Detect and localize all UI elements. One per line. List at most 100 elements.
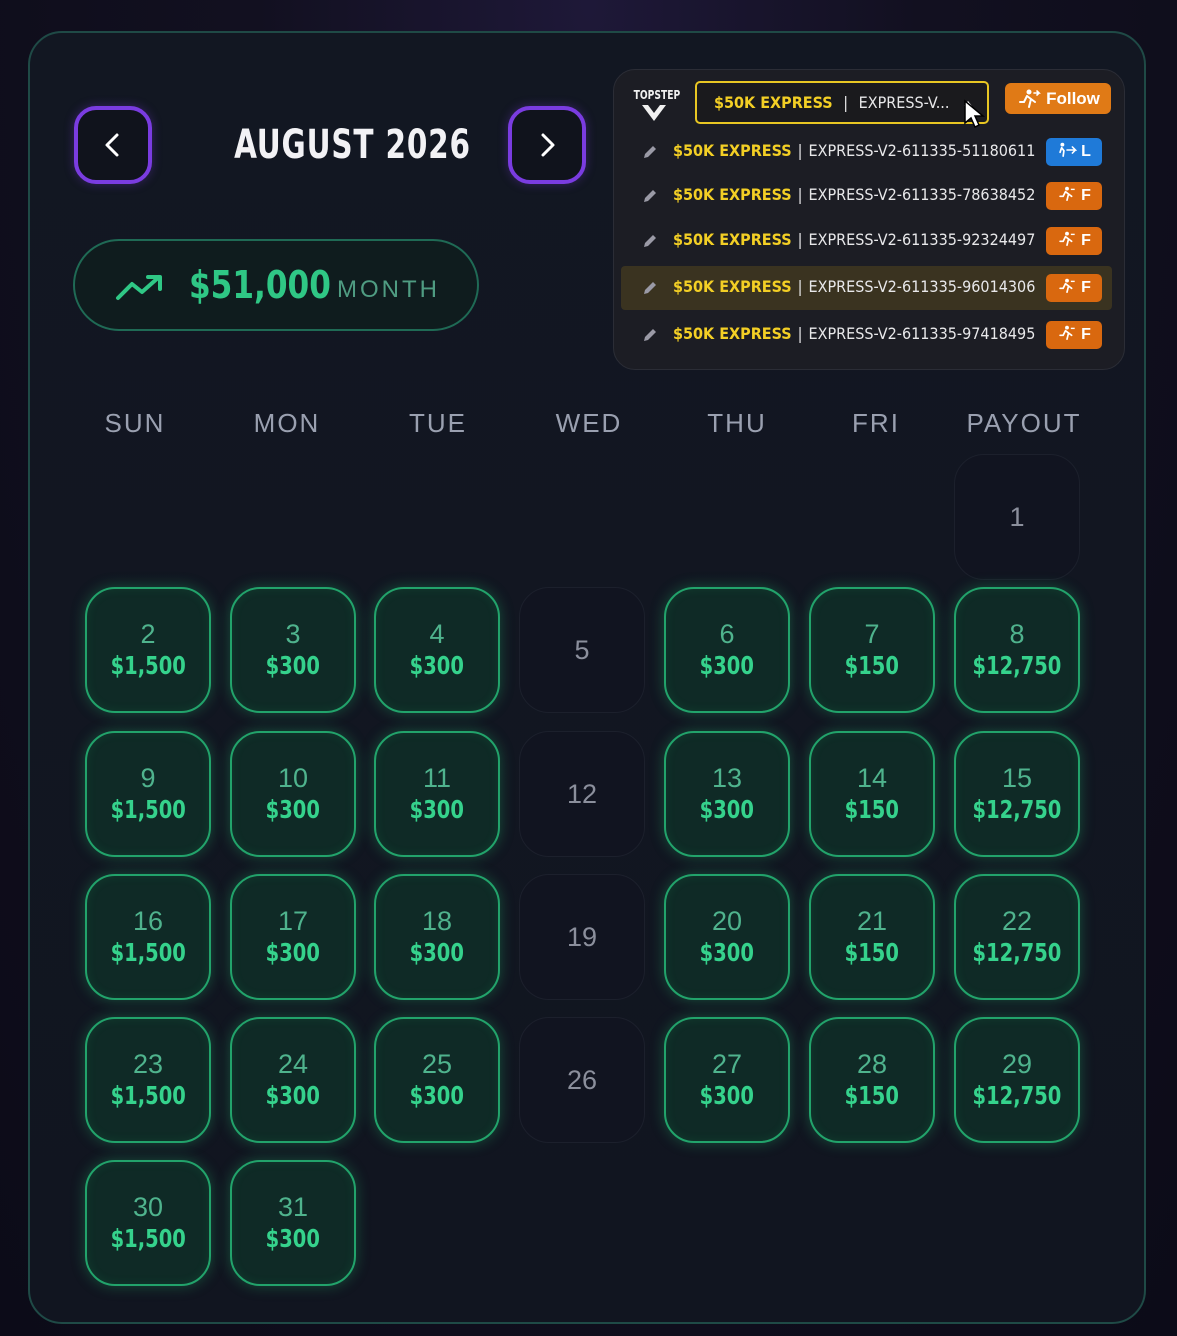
day-number: 31 [277, 1192, 309, 1222]
edit-pencil-icon[interactable] [641, 232, 659, 255]
edit-pencil-icon[interactable] [641, 326, 659, 349]
day-cell-7[interactable]: 7 $150 [809, 587, 935, 713]
day-cell-13[interactable]: 13 $300 [664, 731, 790, 857]
option-separator: | [797, 185, 803, 204]
day-amount: $150 [844, 1081, 900, 1110]
day-number: 25 [421, 1049, 453, 1079]
option-plan: $50K EXPRESS [673, 141, 792, 160]
badge-letter: F [1081, 187, 1091, 204]
day-cell-25[interactable]: 25 $300 [374, 1017, 500, 1143]
day-cell-19[interactable]: 19 [519, 874, 645, 1000]
monthly-total-pill: $51,000 MONTH [73, 239, 479, 331]
option-separator: | [797, 277, 803, 296]
day-amount: $1,500 [110, 938, 186, 967]
month-title: AUGUST 2026 [234, 122, 471, 168]
account-option[interactable]: $50K EXPRESS | EXPRESS-V2-611335-92324497 F [621, 219, 1112, 263]
day-number: 23 [132, 1049, 164, 1079]
edit-pencil-icon[interactable] [641, 143, 659, 166]
day-amount: $300 [699, 938, 755, 967]
weekday-payout: PAYOUT [966, 408, 1082, 438]
day-cell-20[interactable]: 20 $300 [664, 874, 790, 1000]
follower-icon [1057, 325, 1077, 346]
day-cell-11[interactable]: 11 $300 [374, 731, 500, 857]
account-option[interactable]: $50K EXPRESS | EXPRESS-V2-611335-97418495 F [621, 313, 1112, 357]
weekday-tue: TUE [409, 408, 467, 438]
option-separator: | [797, 230, 803, 249]
follower-icon [1057, 186, 1077, 207]
day-number: 24 [277, 1049, 309, 1079]
account-select[interactable]: $50K EXPRESS | EXPRESS-V... [695, 81, 989, 129]
day-number: 28 [856, 1049, 888, 1079]
day-cell-17[interactable]: 17 $300 [230, 874, 356, 1000]
edit-pencil-icon[interactable] [641, 187, 659, 210]
day-cell-1[interactable]: 1 [954, 454, 1080, 580]
day-number: 26 [566, 1065, 598, 1095]
follower-icon [1057, 231, 1077, 252]
topstep-logo: TOPSTEP [630, 88, 680, 128]
day-cell-2[interactable]: 2 $1,500 [85, 587, 211, 713]
edit-pencil-icon[interactable] [641, 279, 659, 302]
day-cell-24[interactable]: 24 $300 [230, 1017, 356, 1143]
day-cell-14[interactable]: 14 $150 [809, 731, 935, 857]
day-cell-28[interactable]: 28 $150 [809, 1017, 935, 1143]
day-number: 11 [422, 763, 452, 793]
day-cell-10[interactable]: 10 $300 [230, 731, 356, 857]
day-amount: $1,500 [110, 1081, 186, 1110]
badge-letter: F [1081, 279, 1091, 296]
option-plan: $50K EXPRESS [673, 277, 792, 296]
day-cell-3[interactable]: 3 $300 [230, 587, 356, 713]
option-separator: | [797, 324, 803, 343]
account-option[interactable]: $50K EXPRESS | EXPRESS-V2-611335-78638452 F [621, 174, 1112, 218]
day-amount: $300 [699, 1081, 755, 1110]
day-number: 2 [140, 619, 156, 649]
day-cell-21[interactable]: 21 $150 [809, 874, 935, 1000]
day-cell-27[interactable]: 27 $300 [664, 1017, 790, 1143]
follower-badge: F [1046, 182, 1102, 210]
day-cell-8[interactable]: 8 $12,750 [954, 587, 1080, 713]
day-cell-12[interactable]: 12 [519, 731, 645, 857]
day-cell-6[interactable]: 6 $300 [664, 587, 790, 713]
follow-button[interactable]: Follow [1005, 83, 1111, 114]
day-cell-5[interactable]: 5 [519, 587, 645, 713]
day-cell-31[interactable]: 31 $300 [230, 1160, 356, 1286]
day-cell-18[interactable]: 18 $300 [374, 874, 500, 1000]
day-cell-4[interactable]: 4 $300 [374, 587, 500, 713]
next-month-button[interactable] [508, 106, 586, 184]
day-cell-29[interactable]: 29 $12,750 [954, 1017, 1080, 1143]
selected-plan: $50K EXPRESS [714, 93, 833, 112]
day-amount: $1,500 [110, 651, 186, 680]
day-number: 1 [1009, 502, 1025, 532]
chevron-left-icon [105, 133, 119, 157]
day-cell-23[interactable]: 23 $1,500 [85, 1017, 211, 1143]
day-cell-15[interactable]: 15 $12,750 [954, 731, 1080, 857]
weekday-fri: FRI [852, 408, 900, 438]
day-cell-22[interactable]: 22 $12,750 [954, 874, 1080, 1000]
day-cell-16[interactable]: 16 $1,500 [85, 874, 211, 1000]
day-number: 20 [711, 906, 743, 936]
account-option[interactable]: $50K EXPRESS | EXPRESS-V2-611335-96014306 F [621, 266, 1112, 310]
follower-badge: F [1046, 227, 1102, 255]
day-number: 29 [1001, 1049, 1033, 1079]
option-account-id: EXPRESS-V2-611335-51180611 [808, 141, 1036, 160]
option-account-id: EXPRESS-V2-611335-97418495 [808, 324, 1036, 343]
day-amount: $12,750 [972, 795, 1062, 824]
day-number: 18 [421, 906, 453, 936]
day-number: 9 [140, 763, 156, 793]
day-number: 13 [711, 763, 743, 793]
day-amount: $300 [265, 938, 321, 967]
day-cell-26[interactable]: 26 [519, 1017, 645, 1143]
option-plan: $50K EXPRESS [673, 230, 792, 249]
day-number: 22 [1001, 906, 1033, 936]
day-number: 30 [132, 1192, 164, 1222]
day-cell-9[interactable]: 9 $1,500 [85, 731, 211, 857]
account-option[interactable]: $50K EXPRESS | EXPRESS-V2-611335-51180611 L [621, 130, 1112, 174]
prev-month-button[interactable] [74, 106, 152, 184]
day-number: 21 [856, 906, 888, 936]
day-amount: $300 [265, 1081, 321, 1110]
day-amount: $150 [844, 938, 900, 967]
leader-icon [1057, 142, 1078, 163]
day-amount: $300 [699, 795, 755, 824]
day-number: 15 [1001, 763, 1033, 793]
day-cell-30[interactable]: 30 $1,500 [85, 1160, 211, 1286]
option-plan: $50K EXPRESS [673, 185, 792, 204]
